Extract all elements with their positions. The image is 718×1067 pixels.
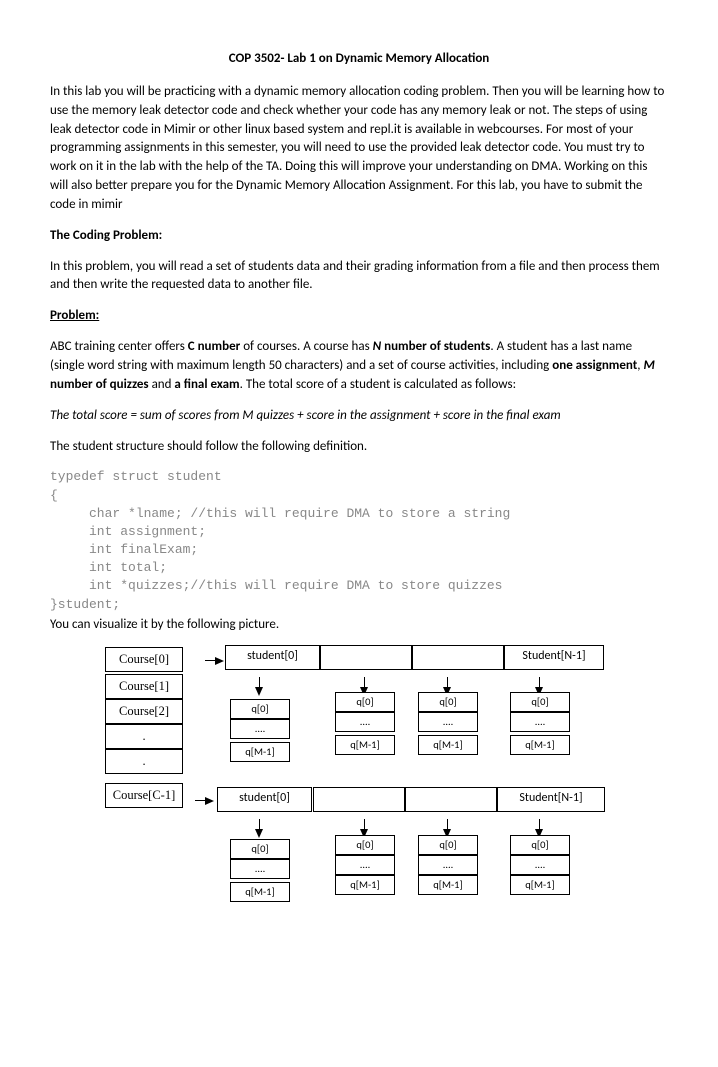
course-cell: Course[1] bbox=[105, 674, 183, 699]
quiz-cell: q[M-1] bbox=[230, 882, 290, 902]
quiz-cell: .... bbox=[510, 712, 570, 732]
quiz-cell: q[0] bbox=[230, 839, 290, 859]
quiz-cell: q[M-1] bbox=[510, 875, 570, 895]
visualize-caption: You can visualize it by the following pi… bbox=[50, 616, 668, 635]
course-cell: . bbox=[105, 749, 183, 774]
quiz-cell: q[M-1] bbox=[230, 742, 290, 762]
quiz-cell: q[M-1] bbox=[335, 735, 395, 755]
intro-paragraph: In this lab you will be practicing with … bbox=[50, 83, 668, 215]
problem-paragraph: ABC training center offers C number of c… bbox=[50, 338, 668, 395]
quiz-cell: .... bbox=[335, 855, 395, 875]
coding-paragraph: In this problem, you will read a set of … bbox=[50, 258, 668, 296]
quiz-cell: .... bbox=[418, 855, 478, 875]
student-cell: student[0] bbox=[225, 645, 320, 670]
heading-coding-problem: The Coding Problem: bbox=[50, 227, 668, 246]
student-cell: Student[N-1] bbox=[504, 645, 604, 670]
quiz-cell: q[0] bbox=[510, 692, 570, 712]
diagram: Course[0] Course[1] Course[2] . . Course… bbox=[105, 647, 665, 1027]
student-cell: Student[N-1] bbox=[497, 787, 605, 812]
quiz-cell: .... bbox=[230, 859, 290, 879]
quiz-cell: .... bbox=[335, 712, 395, 732]
student-cell bbox=[313, 787, 405, 812]
course-cell: . bbox=[105, 724, 183, 749]
student-cell bbox=[412, 645, 504, 670]
arrow-icon bbox=[255, 829, 263, 838]
student-cell bbox=[405, 787, 497, 812]
quiz-cell: q[0] bbox=[510, 835, 570, 855]
formula: The total score = sum of scores from M q… bbox=[50, 407, 668, 426]
quiz-cell: q[0] bbox=[230, 699, 290, 719]
student-cell bbox=[320, 645, 412, 670]
student-cell: student[0] bbox=[217, 787, 312, 812]
quiz-cell: q[M-1] bbox=[418, 735, 478, 755]
quiz-cell: q[M-1] bbox=[335, 875, 395, 895]
page-title: COP 3502- Lab 1 on Dynamic Memory Alloca… bbox=[50, 50, 668, 69]
quiz-cell: .... bbox=[510, 855, 570, 875]
arrow-icon bbox=[205, 797, 214, 805]
course-cell: Course[C-1] bbox=[105, 783, 183, 808]
quiz-cell: .... bbox=[418, 712, 478, 732]
code-block: typedef struct student { char *lname; //… bbox=[50, 468, 668, 614]
quiz-cell: q[0] bbox=[418, 835, 478, 855]
course-cell: Course[0] bbox=[105, 647, 183, 672]
struct-intro: The student structure should follow the … bbox=[50, 438, 668, 457]
quiz-cell: q[0] bbox=[335, 835, 395, 855]
heading-problem: Problem: bbox=[50, 307, 668, 326]
quiz-cell: q[M-1] bbox=[418, 875, 478, 895]
quiz-cell: .... bbox=[230, 719, 290, 739]
arrow-icon bbox=[255, 687, 263, 696]
course-cell: Course[2] bbox=[105, 699, 183, 724]
quiz-cell: q[0] bbox=[335, 692, 395, 712]
arrow-icon bbox=[215, 657, 224, 665]
quiz-cell: q[0] bbox=[418, 692, 478, 712]
quiz-cell: q[M-1] bbox=[510, 735, 570, 755]
